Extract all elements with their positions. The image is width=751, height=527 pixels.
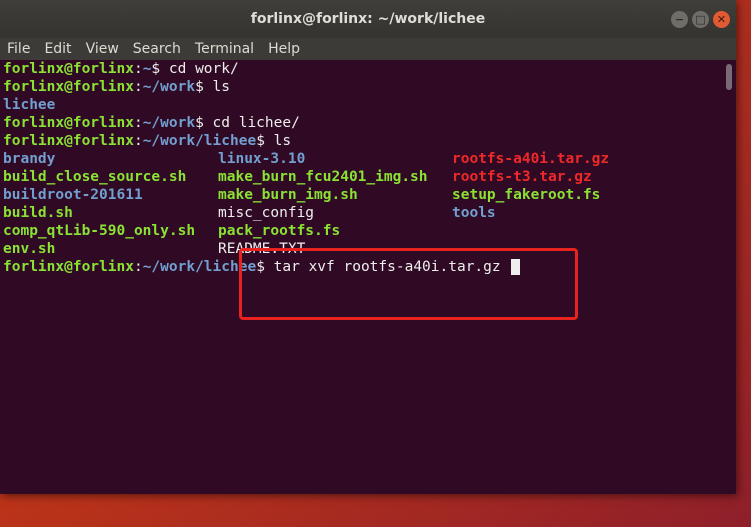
archive-entry: rootfs-a40i.tar.gz <box>452 151 610 167</box>
exec-entry: comp_qtLib-590_only.sh <box>3 223 196 239</box>
exec-entry: build_close_source.sh <box>3 169 187 185</box>
exec-entry: make_burn_img.sh <box>218 187 358 203</box>
exec-entry: build.sh <box>3 205 73 221</box>
terminal-line: lichee <box>0 96 722 114</box>
annotation-highlight-box <box>239 248 578 320</box>
menu-file[interactable]: File <box>0 41 37 57</box>
scrollbar[interactable] <box>722 60 736 494</box>
ls-row: comp_qtLib-590_only.sh pack_rootfs.fs <box>0 222 722 240</box>
dir-entry: tools <box>452 205 496 221</box>
dir-entry: brandy <box>3 151 56 167</box>
dir-entry: lichee <box>3 97 56 113</box>
window-controls: − □ ✕ <box>671 11 730 28</box>
file-entry: misc_config <box>218 205 315 221</box>
dir-entry: linux-3.10 <box>218 151 306 167</box>
ls-row: brandy linux-3.10 rootfs-a40i.tar.gz <box>0 150 722 168</box>
menu-edit[interactable]: Edit <box>37 41 78 57</box>
dir-entry: buildroot-201611 <box>3 187 143 203</box>
exec-entry: env.sh <box>3 241 56 257</box>
minimize-button[interactable]: − <box>671 11 688 28</box>
close-button[interactable]: ✕ <box>713 11 730 28</box>
exec-entry: setup_fakeroot.fs <box>452 187 601 203</box>
ls-row: buildroot-201611 make_burn_img.sh setup_… <box>0 186 722 204</box>
menu-search[interactable]: Search <box>126 41 188 57</box>
scrollbar-thumb[interactable] <box>726 64 732 90</box>
terminal-line: forlinx@forlinx:~/work$ ls <box>3 79 230 95</box>
ls-row: build.sh misc_config tools <box>0 204 722 222</box>
terminal-line: forlinx@forlinx:~/work$ cd lichee/ <box>3 115 300 131</box>
title-bar[interactable]: forlinx@forlinx: ~/work/lichee − □ ✕ <box>0 0 736 38</box>
terminal-line: forlinx@forlinx:~$ cd work/ <box>3 61 239 77</box>
terminal-window: forlinx@forlinx: ~/work/lichee − □ ✕ Fil… <box>0 0 736 494</box>
archive-entry: rootfs-t3.tar.gz <box>452 169 592 185</box>
maximize-button[interactable]: □ <box>692 11 709 28</box>
menu-terminal[interactable]: Terminal <box>188 41 261 57</box>
exec-entry: make_burn_fcu2401_img.sh <box>218 169 428 185</box>
ls-row: build_close_source.sh make_burn_fcu2401_… <box>0 168 722 186</box>
window-title: forlinx@forlinx: ~/work/lichee <box>250 11 486 27</box>
menu-view[interactable]: View <box>79 41 126 57</box>
exec-entry: pack_rootfs.fs <box>218 223 341 239</box>
menu-help[interactable]: Help <box>261 41 307 57</box>
terminal-line: forlinx@forlinx:~/work/lichee$ ls <box>3 133 292 149</box>
menu-bar: File Edit View Search Terminal Help <box>0 38 736 60</box>
